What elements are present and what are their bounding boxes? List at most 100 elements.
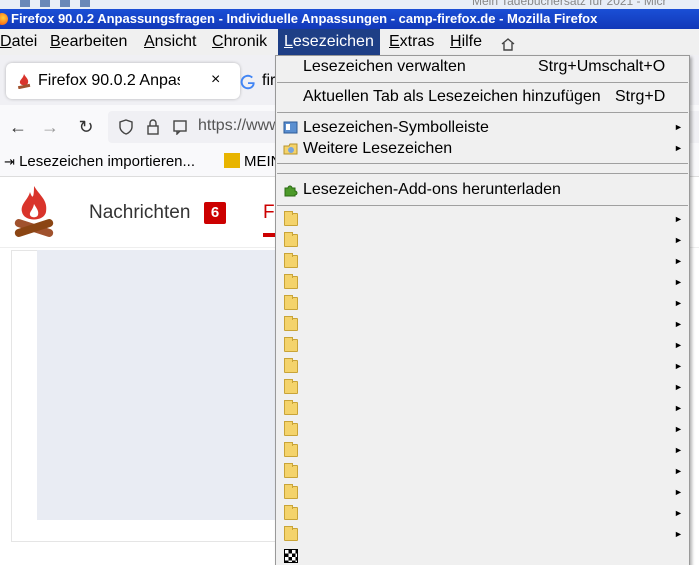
submenu-arrow-icon: ► (674, 487, 683, 497)
menu-item-get-addons[interactable]: Lesezeichen-Add-ons herunterladen (276, 179, 689, 200)
menu-item-label: Aktuellen Tab als Lesezeichen hinzufügen (303, 88, 601, 105)
submenu-arrow-icon: ► (674, 277, 683, 287)
menu-item-label: Lesezeichen-Symbolleiste (303, 119, 489, 136)
menu-item-label: Lesezeichen verwalten (303, 58, 466, 75)
url-text: https://www (198, 117, 281, 134)
submenu-arrow-icon: ► (674, 122, 683, 132)
window-title-bar[interactable]: Firefox 90.0.2 Anpassungsfragen - Indivi… (0, 9, 699, 29)
tab-active[interactable]: Firefox 90.0.2 Anpassungsfragen × (6, 63, 240, 99)
firefox-icon (0, 13, 8, 25)
back-button[interactable]: ← (8, 117, 28, 137)
menu-item-other-bookmarks[interactable]: Weitere Lesezeichen ► (276, 138, 689, 159)
bookmark-folder-item[interactable]: ► (276, 398, 689, 419)
bookmark-folder-item[interactable]: ► (276, 335, 689, 356)
page-info-icon[interactable] (172, 119, 188, 135)
puzzle-icon (284, 185, 298, 197)
bookmark-import[interactable]: ⇥ Lesezeichen importieren... (4, 153, 195, 170)
submenu-arrow-icon: ► (674, 143, 683, 153)
forward-button[interactable]: → (40, 117, 60, 137)
shortcut-label: Strg+Umschalt+O (538, 58, 666, 75)
lock-icon[interactable] (146, 119, 160, 135)
campfire-favicon-icon (17, 74, 31, 89)
folder-icon (284, 274, 298, 289)
submenu-arrow-icon: ► (674, 340, 683, 350)
import-icon: ⇥ (4, 154, 15, 169)
bookmark-import-label: Lesezeichen importieren... (19, 153, 196, 170)
submenu-arrow-icon: ► (674, 256, 683, 266)
menu-hilfe[interactable]: Hilfe (446, 29, 486, 55)
bookmark-folder-item[interactable]: ► (276, 251, 689, 272)
menu-datei[interactable]: Datei (0, 29, 41, 55)
google-favicon-icon (240, 74, 255, 90)
tab-close-icon[interactable]: × (211, 71, 220, 89)
submenu-arrow-icon: ► (674, 214, 683, 224)
nav-active-item[interactable]: F (263, 202, 275, 224)
folder-icon (284, 295, 298, 310)
menu-ansicht[interactable]: Ansicht (140, 29, 200, 55)
folder-icon (284, 442, 298, 457)
menu-chronik[interactable]: Chronik (208, 29, 271, 55)
bookmark-folder-item[interactable]: ► (276, 314, 689, 335)
placeholder-block (37, 250, 297, 520)
bookmark-favicon-icon (224, 153, 240, 168)
quick-launch-icons (20, 0, 90, 9)
bookmark-folder-item[interactable]: ► (276, 461, 689, 482)
menu-bar: Datei Bearbeiten Ansicht Chronik Lesezei… (0, 29, 699, 55)
bookmark-folder-item[interactable]: ► (276, 524, 689, 545)
bookmark-folder-item[interactable]: ► (276, 356, 689, 377)
folder-icon (284, 526, 298, 541)
bookmark-folder-item[interactable]: ► (276, 377, 689, 398)
folder-icon (284, 421, 298, 436)
menu-item-manage-bookmarks[interactable]: Lesezeichen verwalten Strg+Umschalt+O (276, 56, 689, 77)
menu-separator (277, 163, 688, 164)
bookmark-folder-item[interactable]: ► (276, 209, 689, 230)
bookmark-mein[interactable]: MEIN (224, 153, 282, 170)
window-title: Firefox 90.0.2 Anpassungsfragen - Indivi… (11, 11, 598, 26)
submenu-arrow-icon: ► (674, 298, 683, 308)
bookmark-folder-item[interactable]: ► (276, 419, 689, 440)
menu-separator (277, 82, 688, 83)
campfire-logo[interactable] (12, 184, 56, 244)
folder-icon (284, 379, 298, 394)
reload-button[interactable]: ↻ (76, 117, 96, 137)
menu-item-bookmark-tab[interactable]: Aktuellen Tab als Lesezeichen hinzufügen… (276, 86, 689, 107)
submenu-arrow-icon: ► (674, 529, 683, 539)
folder-icon (284, 232, 298, 247)
bookmark-folder-item[interactable]: ► (276, 230, 689, 251)
menu-lesezeichen[interactable]: Lesezeichen (278, 29, 380, 55)
bookmark-folder-item[interactable]: ► (276, 272, 689, 293)
submenu-arrow-icon: ► (674, 508, 683, 518)
folder-icon (284, 358, 298, 373)
tab-title: fir (262, 72, 276, 89)
submenu-arrow-icon: ► (674, 445, 683, 455)
submenu-arrow-icon: ► (674, 424, 683, 434)
folder-icon (284, 505, 298, 520)
menu-bearbeiten[interactable]: Bearbeiten (46, 29, 131, 55)
bookmark-folder-item[interactable]: ► (276, 440, 689, 461)
submenu-arrow-icon: ► (674, 319, 683, 329)
nav-nachrichten[interactable]: Nachrichten (89, 202, 190, 224)
bookmark-folder-item[interactable]: ► (276, 482, 689, 503)
menu-item-label: Weitere Lesezeichen (303, 140, 453, 157)
folder-icon (284, 463, 298, 478)
home-icon[interactable] (500, 37, 516, 51)
bookmark-folder-item[interactable]: ► (276, 503, 689, 524)
shield-icon[interactable] (118, 119, 134, 135)
submenu-arrow-icon: ► (674, 403, 683, 413)
folder-icon (284, 316, 298, 331)
submenu-arrow-icon: ► (674, 235, 683, 245)
background-window-title: Mein Tadebuchersatz fur 2021 - Micr (472, 0, 667, 8)
taskbar-strip: Mein Tadebuchersatz fur 2021 - Micr (0, 0, 699, 9)
tab-title: Firefox 90.0.2 Anpassungsfragen (38, 72, 180, 89)
other-bookmarks-icon (283, 143, 298, 155)
menu-item-label: Lesezeichen-Add-ons herunterladen (303, 181, 561, 198)
submenu-arrow-icon: ► (674, 361, 683, 371)
menu-item-bookmarks-toolbar[interactable]: Lesezeichen-Symbolleiste ► (276, 117, 689, 138)
toolbar-icon (283, 121, 298, 134)
submenu-arrow-icon: ► (674, 382, 683, 392)
menu-separator (277, 205, 688, 206)
menu-extras[interactable]: Extras (385, 29, 438, 55)
checkered-icon (284, 549, 298, 563)
menu-item-unknown[interactable] (276, 546, 689, 565)
bookmark-folder-item[interactable]: ► (276, 293, 689, 314)
